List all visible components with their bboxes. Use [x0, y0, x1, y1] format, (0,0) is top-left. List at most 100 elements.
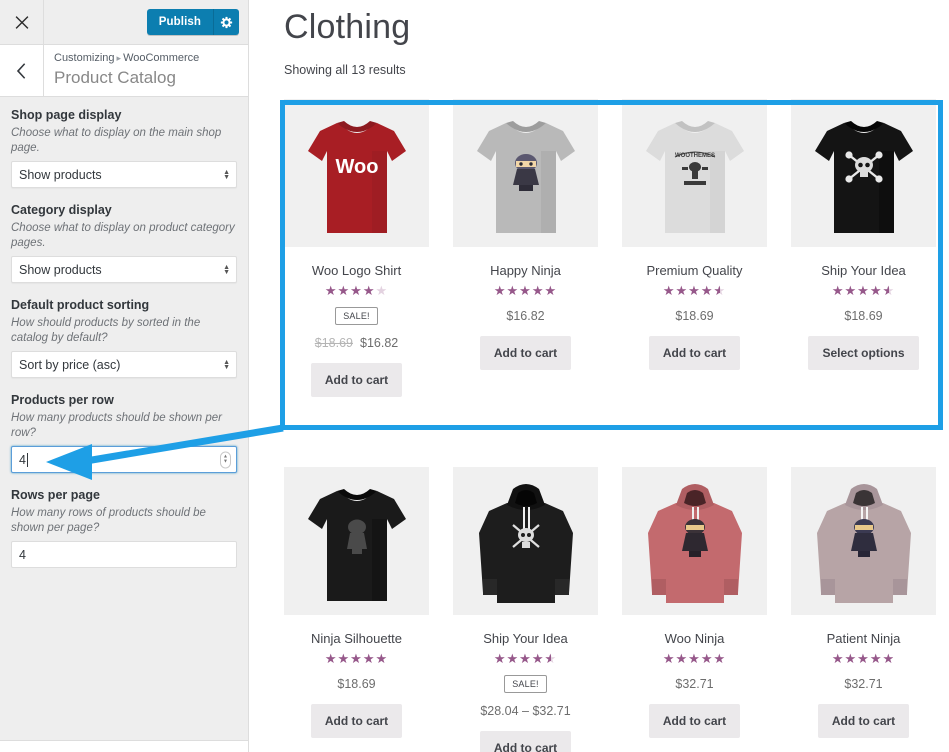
- stars-empty: ★★★★★★★★★★: [325, 284, 388, 298]
- select-options-button[interactable]: Select options: [808, 336, 918, 370]
- red-tshirt-woo-icon: Woo: [292, 107, 422, 247]
- stars-empty: ★★★★★★★★★★: [494, 652, 557, 666]
- add-to-cart-button[interactable]: Add to cart: [311, 704, 402, 738]
- product-thumbnail[interactable]: [622, 467, 767, 615]
- product-card[interactable]: Woo Woo Logo Shirt ★★★★★★★★★★ SALE! $18.…: [284, 99, 429, 397]
- control-label: Default product sorting: [11, 297, 237, 314]
- stars-filled: ★★★★★: [325, 284, 376, 298]
- number-stepper-icon[interactable]: ▲▼: [220, 451, 231, 468]
- back-button[interactable]: [0, 45, 44, 96]
- product-thumbnail[interactable]: [284, 467, 429, 615]
- product-thumbnail[interactable]: [791, 467, 936, 615]
- control-label: Category display: [11, 202, 237, 219]
- product-rating: ★★★★★★★★★★: [791, 652, 936, 666]
- control-label: Shop page display: [11, 107, 237, 124]
- select-value: Sort by price (asc): [19, 358, 120, 372]
- product-current-price: $16.82: [506, 309, 544, 323]
- lightgray-tshirt-woothemes-icon: WOOTHEMES: [630, 107, 760, 247]
- product-card[interactable]: Ninja Silhouette ★★★★★★★★★★ $18.69 Add t…: [284, 467, 429, 752]
- add-to-cart-button[interactable]: Add to cart: [480, 731, 571, 752]
- svg-text:WOOTHEMES: WOOTHEMES: [675, 153, 715, 159]
- product-price: $32.71: [791, 676, 936, 692]
- add-to-cart-button[interactable]: Add to cart: [649, 704, 740, 738]
- product-current-price: $18.69: [337, 677, 375, 691]
- customizer-sidebar: Publish Customizing▸WooCommerce: [0, 0, 249, 752]
- product-name: Happy Ninja: [453, 263, 598, 279]
- product-card[interactable]: Ship Your Idea ★★★★★★★★★★ SALE! $28.04 –…: [453, 467, 598, 752]
- product-card[interactable]: Happy Ninja ★★★★★★★★★★ $16.82 Add to car…: [453, 99, 598, 397]
- product-current-price: $16.82: [360, 336, 398, 350]
- sale-badge: SALE!: [335, 307, 378, 325]
- rows-per-page-input[interactable]: 4: [11, 541, 237, 568]
- product-thumbnail[interactable]: Woo: [284, 99, 429, 247]
- product-current-price: $28.04 – $32.71: [480, 704, 570, 718]
- black-tshirt-ninja-icon: [292, 475, 422, 615]
- stars-filled: ★★★★★: [832, 652, 893, 666]
- product-name: Woo Ninja: [622, 631, 767, 647]
- control-description: Choose what to display on product catego…: [11, 221, 237, 251]
- category-display-select[interactable]: Show products ▲▼: [11, 256, 237, 283]
- product-name: Woo Logo Shirt: [284, 263, 429, 279]
- publish-group: Publish: [147, 9, 239, 35]
- product-price: $28.04 – $32.71: [453, 703, 598, 719]
- stars-empty: ★★★★★★★★★★: [663, 284, 726, 298]
- product-thumbnail[interactable]: WOOTHEMES: [622, 99, 767, 247]
- site-preview: Clothing Showing all 13 results Woo Woo …: [249, 0, 949, 752]
- publish-button[interactable]: Publish: [147, 9, 213, 35]
- shop-page-display-select[interactable]: Show products ▲▼: [11, 161, 237, 188]
- product-rating: ★★★★★★★★★★: [284, 652, 429, 666]
- black-hoodie-skull-icon: [461, 475, 591, 615]
- close-customizer-button[interactable]: [0, 0, 44, 44]
- stars-empty: ★★★★★★★★★★: [832, 652, 895, 666]
- topbar-spacer: [44, 0, 147, 44]
- product-thumbnail[interactable]: [791, 99, 936, 247]
- product-card[interactable]: Woo Ninja ★★★★★★★★★★ $32.71 Add to cart: [622, 467, 767, 752]
- products-grid-row-2: Ninja Silhouette ★★★★★★★★★★ $18.69 Add t…: [249, 445, 949, 752]
- product-price: $18.69: [622, 308, 767, 324]
- breadcrumb: Customizing▸WooCommerce: [54, 51, 199, 66]
- svg-text:Woo: Woo: [335, 156, 378, 178]
- red-hoodie-ninja-icon: [630, 475, 760, 615]
- default-product-sorting-select[interactable]: Sort by price (asc) ▲▼: [11, 351, 237, 378]
- stars-filled: ★★★★★: [494, 284, 557, 298]
- control-products-per-row: Products per row How many products shoul…: [11, 392, 237, 473]
- add-to-cart-button[interactable]: Add to cart: [818, 704, 909, 738]
- add-to-cart-button[interactable]: Add to cart: [649, 336, 740, 370]
- gear-icon: [220, 16, 233, 29]
- product-card[interactable]: WOOTHEMES Premium Quality ★★★★★★★★★★ $18…: [622, 99, 767, 397]
- breadcrumb-separator: ▸: [115, 53, 124, 63]
- products-grid-row-1: Woo Woo Logo Shirt ★★★★★★★★★★ SALE! $18.…: [249, 77, 949, 397]
- products-per-row-input[interactable]: 4 ▲▼: [11, 446, 237, 473]
- control-description: Choose what to display on the main shop …: [11, 126, 237, 156]
- sidebar-footer: [0, 740, 248, 752]
- product-current-price: $32.71: [675, 677, 713, 691]
- control-label: Rows per page: [11, 487, 237, 504]
- product-thumbnail[interactable]: [453, 467, 598, 615]
- product-price: $18.69$16.82: [284, 335, 429, 351]
- control-description: How many rows of products should be show…: [11, 506, 237, 536]
- product-price: $16.82: [453, 308, 598, 324]
- stars-filled: ★★★★★: [832, 284, 889, 298]
- product-current-price: $18.69: [675, 309, 713, 323]
- stars-empty: ★★★★★★★★★★: [494, 284, 557, 298]
- product-name: Ninja Silhouette: [284, 631, 429, 647]
- customizer-panel-header: Customizing▸WooCommerce Product Catalog: [0, 45, 248, 97]
- add-to-cart-button[interactable]: Add to cart: [480, 336, 571, 370]
- product-name: Premium Quality: [622, 263, 767, 279]
- stars-filled: ★★★★★: [494, 652, 551, 666]
- select-value: Show products: [19, 168, 102, 182]
- product-card[interactable]: Patient Ninja ★★★★★★★★★★ $32.71 Add to c…: [791, 467, 936, 752]
- number-value: 4: [19, 453, 26, 467]
- panel-header-titles: Customizing▸WooCommerce Product Catalog: [44, 45, 199, 96]
- control-label: Products per row: [11, 392, 237, 409]
- publish-settings-button[interactable]: [213, 9, 239, 35]
- control-shop-page-display: Shop page display Choose what to display…: [11, 107, 237, 188]
- product-thumbnail[interactable]: [453, 99, 598, 247]
- product-name: Ship Your Idea: [791, 263, 936, 279]
- select-arrows-icon: ▲▼: [223, 360, 230, 370]
- customizer-topbar: Publish: [0, 0, 248, 45]
- product-card[interactable]: Ship Your Idea ★★★★★★★★★★ $18.69 Select …: [791, 99, 936, 397]
- product-rating: ★★★★★★★★★★: [791, 284, 936, 298]
- add-to-cart-button[interactable]: Add to cart: [311, 363, 402, 397]
- select-arrows-icon: ▲▼: [223, 170, 230, 180]
